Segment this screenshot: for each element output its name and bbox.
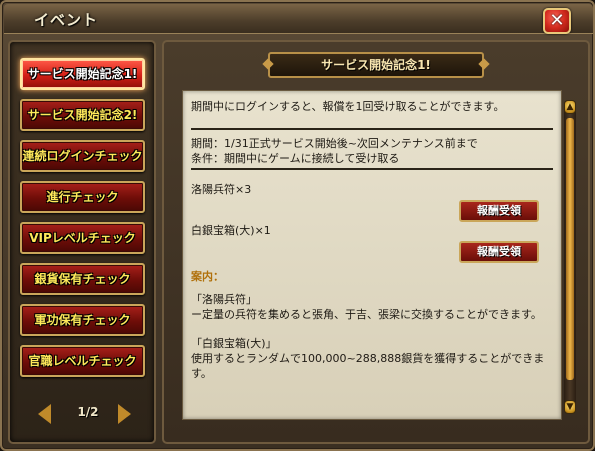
event-tab-silver-check[interactable]: 銀貨保有チェック (20, 263, 145, 295)
claim-reward-button-2[interactable]: 報酬受領 (459, 241, 539, 263)
next-page-arrow-icon[interactable] (118, 404, 131, 424)
guide-body-1: ー定量の兵符を集めると張角、于吉、張梁に交換することができます。 (191, 308, 542, 321)
event-window: イベント ✕ サービス開始記念1! サービス開始記念2! 連続ログインチェック … (0, 0, 595, 451)
scroll-up-icon[interactable]: ▲ (564, 100, 576, 114)
guide-label: 案内： (191, 270, 224, 283)
event-tab-service-start-2[interactable]: サービス開始記念2! (20, 99, 145, 131)
pager: 1/2 (32, 402, 142, 428)
divider-top (191, 128, 553, 130)
reward-item-2: 白銀宝箱(大)×1 (191, 224, 271, 237)
window-title: イベント (34, 11, 99, 29)
guide-title-1: 「洛陽兵符」 (191, 293, 257, 306)
content-scrollbar[interactable]: ▲ ▼ (564, 100, 576, 414)
event-content-box: 期間中にログインすると、報償を1回受け取ることができます。 期間：1/31正式サ… (182, 90, 562, 420)
event-tab-service-start-1[interactable]: サービス開始記念1! (20, 58, 145, 90)
scroll-down-icon[interactable]: ▼ (564, 400, 576, 414)
claim-reward-button-1[interactable]: 報酬受領 (459, 200, 539, 222)
divider-bottom (191, 168, 553, 170)
event-tab-login-check[interactable]: 連続ログインチェック (20, 140, 145, 172)
event-title-badge: サービス開始記念1! (268, 52, 484, 78)
guide-title-2: 「白銀宝箱(大)」 (191, 337, 277, 350)
event-intro: 期間中にログインすると、報償を1回受け取ることができます。 (191, 100, 505, 113)
event-tab-vip-check[interactable]: VIPレベルチェック (20, 222, 145, 254)
close-icon: ✕ (549, 10, 565, 31)
page-indicator: 1/2 (77, 405, 99, 419)
guide-body-2: 使用するとランダムで100,000~288,888銀貨を獲得することができます。 (191, 352, 545, 380)
prev-page-arrow-icon[interactable] (38, 404, 51, 424)
event-tab-merit-check[interactable]: 軍功保有チェック (20, 304, 145, 336)
close-button[interactable]: ✕ (543, 8, 571, 34)
event-tab-progress-check[interactable]: 進行チェック (20, 181, 145, 213)
reward-item-1: 洛陽兵符×3 (191, 183, 252, 196)
scroll-thumb[interactable] (566, 118, 574, 380)
event-list-panel: サービス開始記念1! サービス開始記念2! 連続ログインチェック 進行チェック … (8, 40, 156, 444)
event-period: 期間：1/31正式サービス開始後~次回メンテナンス前まで (191, 137, 478, 150)
event-condition: 条件：期間中にゲームに接続して受け取る (191, 152, 400, 165)
event-tab-rank-check[interactable]: 官職レベルチェック (20, 345, 145, 377)
event-content: 期間中にログインすると、報償を1回受け取ることができます。 期間：1/31正式サ… (191, 97, 555, 381)
title-bar[interactable]: イベント (4, 4, 593, 34)
event-detail-panel: サービス開始記念1! 期間中にログインすると、報償を1回受け取ることができます。… (162, 40, 590, 444)
